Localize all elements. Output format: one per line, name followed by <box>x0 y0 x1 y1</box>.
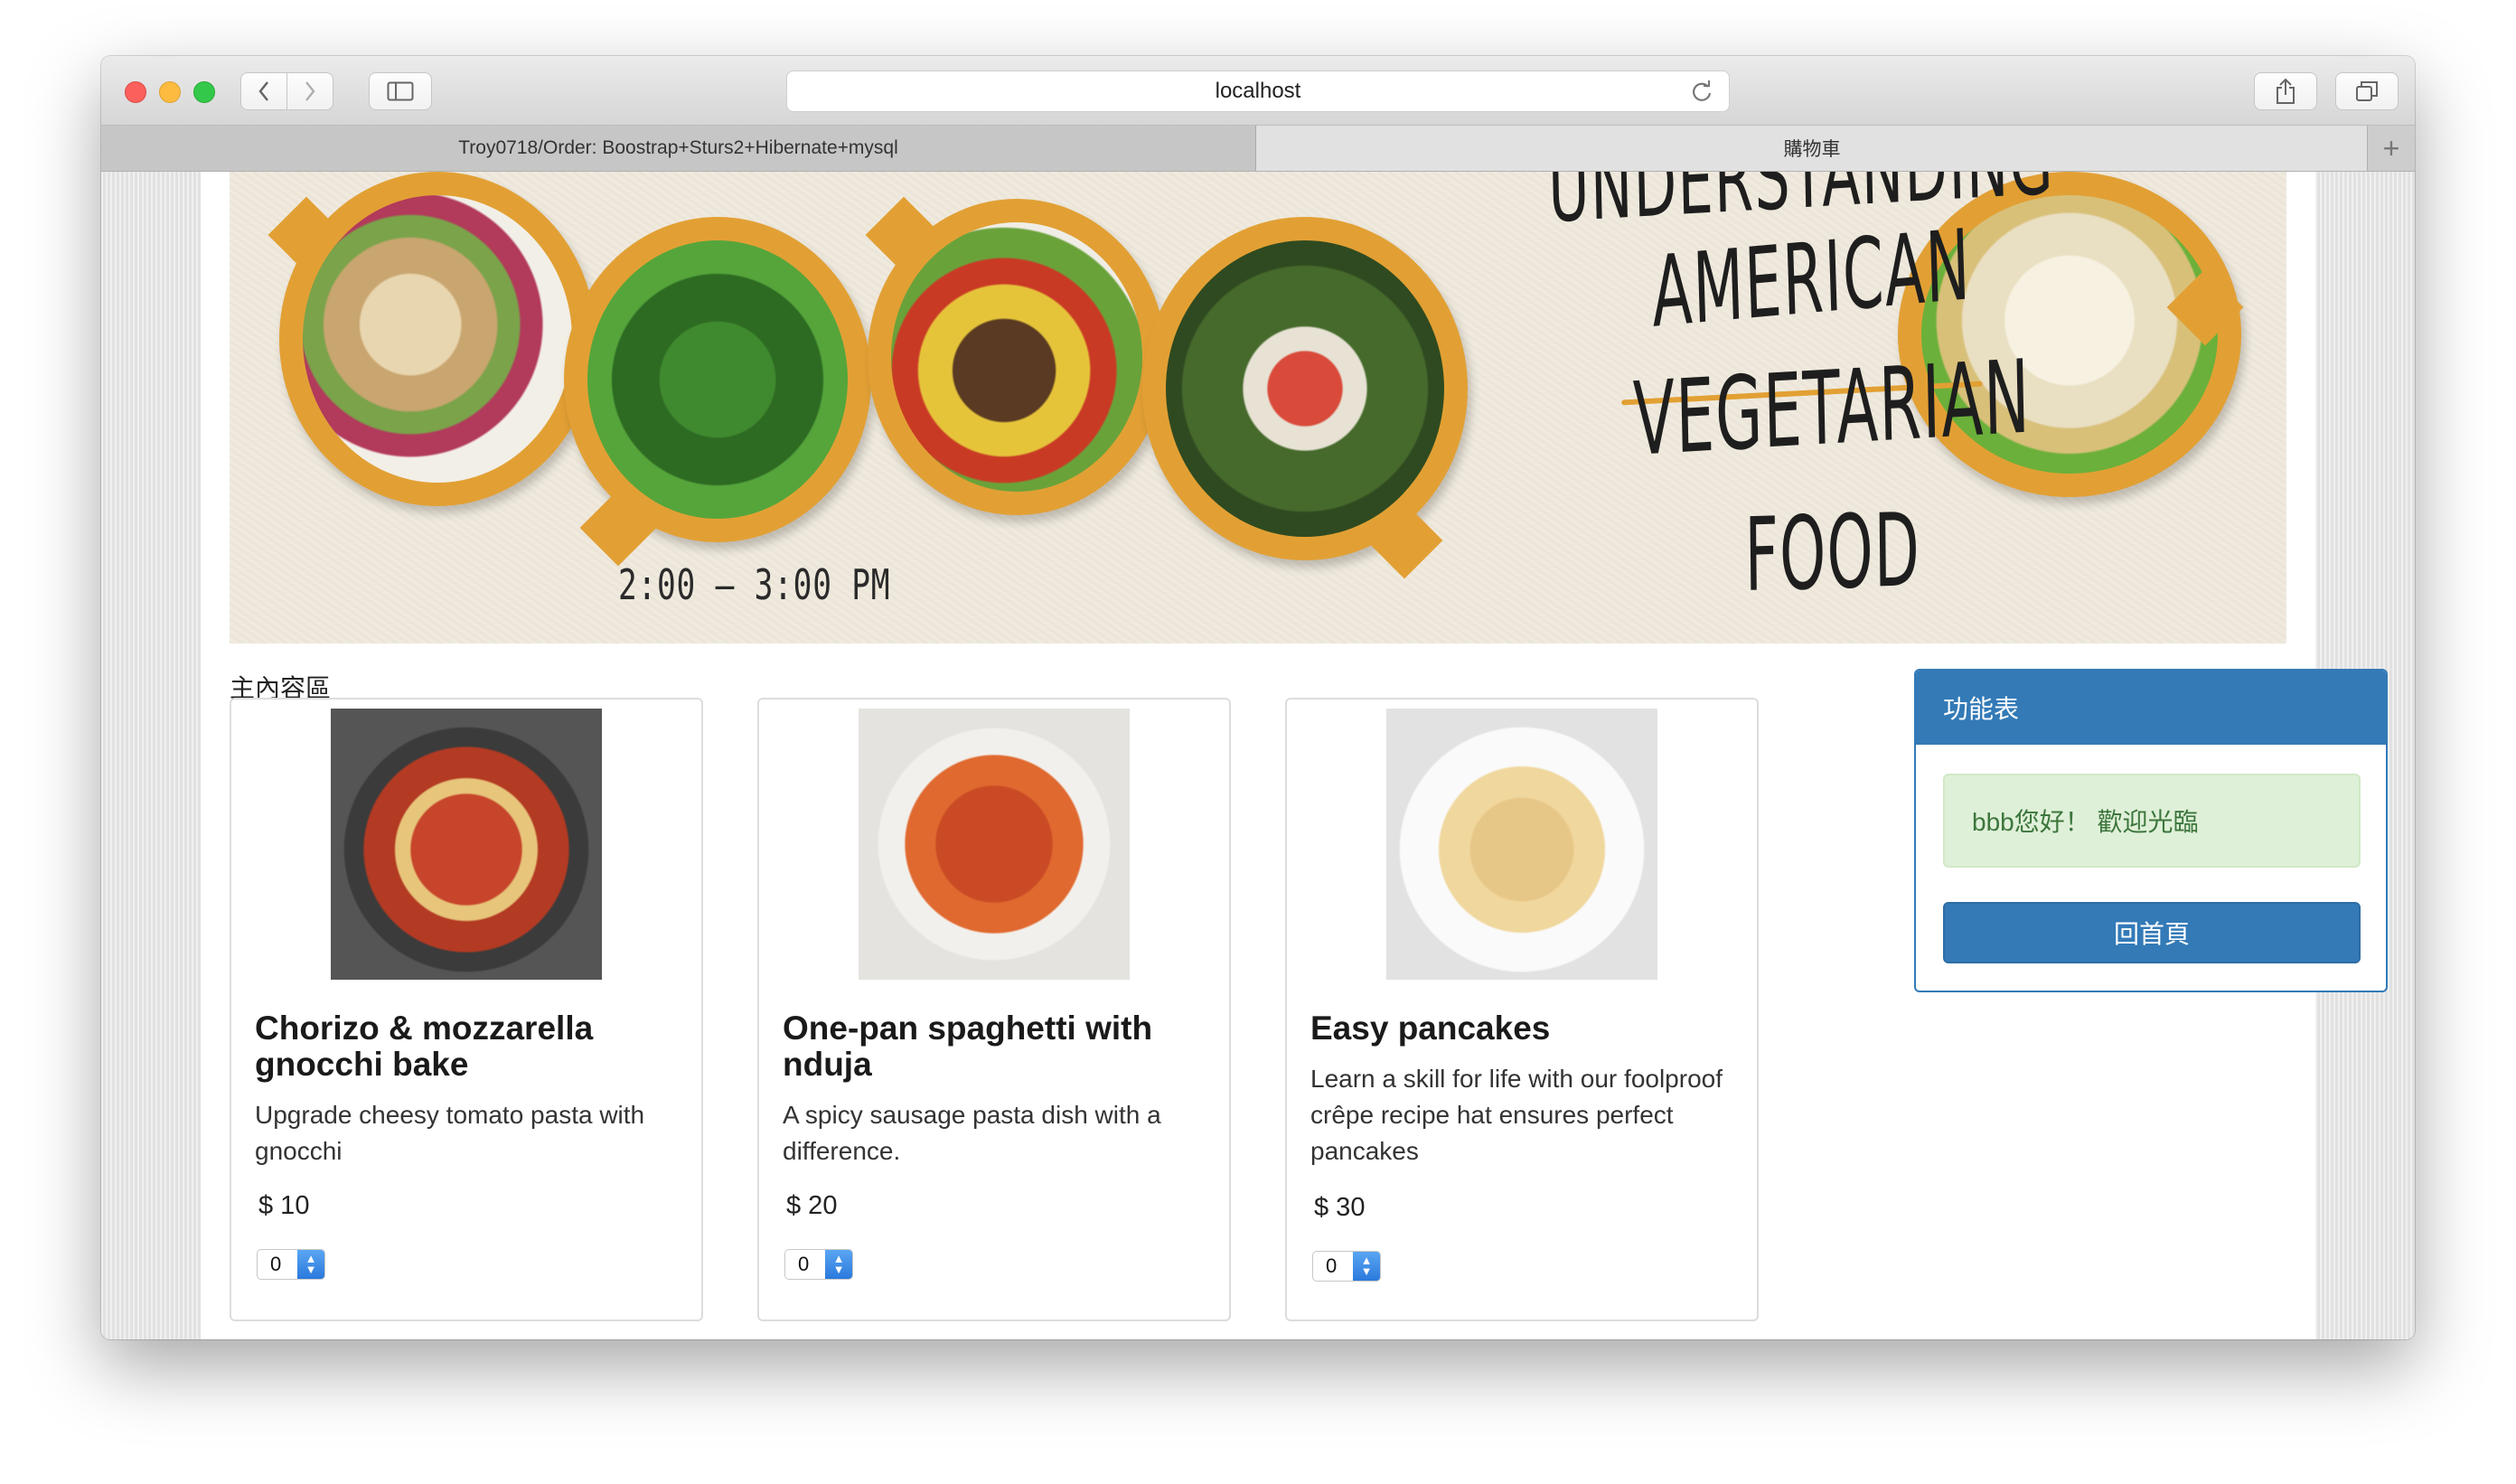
url-text: localhost <box>1215 79 1301 103</box>
product-title: Chorizo & mozzarella gnocchi bake <box>255 1010 594 1083</box>
close-window-button[interactable] <box>125 81 146 103</box>
chevron-left-icon <box>258 81 268 101</box>
select-arrows-icon: ▲ ▼ <box>1353 1252 1380 1281</box>
product-card: One-pan spaghetti with nduja A spicy sau… <box>757 698 1231 1321</box>
tab-shopping-cart[interactable]: 購物車 <box>1256 126 2368 171</box>
new-tab-button[interactable]: + <box>2367 126 2415 171</box>
maximize-window-button[interactable] <box>193 81 215 103</box>
tab-github-order[interactable]: Troy0718/Order: Boostrap+Sturs2+Hibernat… <box>101 126 1256 171</box>
product-title: One-pan spaghetti with nduja <box>783 1010 1153 1083</box>
banner-title-line: FOOD <box>1744 492 1921 615</box>
function-menu-panel: 功能表 bbb您好！ 歡迎光臨 回首頁 <box>1914 669 2388 992</box>
edamame-image <box>587 240 848 519</box>
product-image <box>331 709 602 980</box>
product-card: Easy pancakes Learn a skill for life wit… <box>1285 698 1759 1321</box>
page-container: 2:00 – 3:00 PM UNDERSTANDING AMERICAN VE… <box>201 172 2388 1339</box>
hero-banner: 2:00 – 3:00 PM UNDERSTANDING AMERICAN VE… <box>230 172 2286 643</box>
quantity-select[interactable]: 0 ▲ ▼ <box>1312 1251 1381 1282</box>
quantity-value: 0 <box>270 1253 282 1275</box>
reload-icon[interactable] <box>1689 79 1714 104</box>
tacos-image <box>303 195 572 483</box>
product-price: $ 10 <box>258 1191 310 1220</box>
product-title: Easy pancakes <box>1310 1010 1551 1047</box>
page-viewport[interactable]: 2:00 – 3:00 PM UNDERSTANDING AMERICAN VE… <box>101 172 2415 1339</box>
product-description: Learn a skill for life with our foolproo… <box>1310 1065 1723 1165</box>
quantity-value: 0 <box>1326 1254 1338 1277</box>
welcome-alert: bbb您好！ 歡迎光臨 <box>1943 774 2361 868</box>
product-description: Upgrade cheesy tomato pasta with gnocchi <box>255 1101 645 1165</box>
tab-label: 購物車 <box>1783 139 1841 160</box>
minimize-window-button[interactable] <box>159 81 181 103</box>
tab-bar: Troy0718/Order: Boostrap+Sturs2+Hibernat… <box>101 126 2415 172</box>
back-button[interactable] <box>240 72 287 110</box>
product-image <box>859 709 1130 980</box>
sidebar-icon <box>387 81 414 101</box>
food-bubble-veggie-burger <box>868 199 1166 515</box>
product-price: $ 20 <box>786 1191 838 1220</box>
product-description: A spicy sausage pasta dish with a differ… <box>783 1101 1161 1165</box>
select-arrows-icon: ▲ ▼ <box>297 1250 324 1279</box>
home-button[interactable]: 回首頁 <box>1943 902 2361 963</box>
product-price: $ 30 <box>1314 1193 1366 1222</box>
quantity-select[interactable]: 0 ▲ ▼ <box>784 1249 853 1280</box>
product-image <box>1386 709 1657 980</box>
asparagus-image <box>1166 240 1444 537</box>
food-bubble-edamame <box>564 217 871 542</box>
panel-heading: 功能表 <box>1916 671 2386 745</box>
tab-label: Troy0718/Order: Boostrap+Sturs2+Hibernat… <box>458 137 898 158</box>
banner-title-line: VEGETARIAN <box>1632 338 2032 479</box>
veggie-burger-image <box>891 222 1142 492</box>
browser-window: localhost Troy0718/Order: Boostrap+Sturs… <box>101 56 2415 1339</box>
show-tabs-button[interactable] <box>2335 72 2399 110</box>
sidebar-toggle-button[interactable] <box>369 72 432 110</box>
tabs-icon <box>2356 81 2378 101</box>
address-bar[interactable]: localhost <box>786 70 1730 112</box>
quantity-value: 0 <box>798 1253 810 1275</box>
select-arrows-icon: ▲ ▼ <box>825 1250 852 1279</box>
share-icon <box>2277 78 2295 104</box>
banner-time: 2:00 – 3:00 PM <box>618 560 891 609</box>
share-button[interactable] <box>2254 72 2317 110</box>
chevron-right-icon <box>305 81 315 101</box>
plus-icon: + <box>2382 131 2400 164</box>
product-card: Chorizo & mozzarella gnocchi bake Upgrad… <box>230 698 703 1321</box>
title-bar: localhost <box>101 56 2415 126</box>
food-bubble-tacos <box>279 172 596 506</box>
food-bubble-asparagus <box>1142 217 1468 560</box>
quantity-select[interactable]: 0 ▲ ▼ <box>257 1249 325 1280</box>
forward-button[interactable] <box>286 72 333 110</box>
